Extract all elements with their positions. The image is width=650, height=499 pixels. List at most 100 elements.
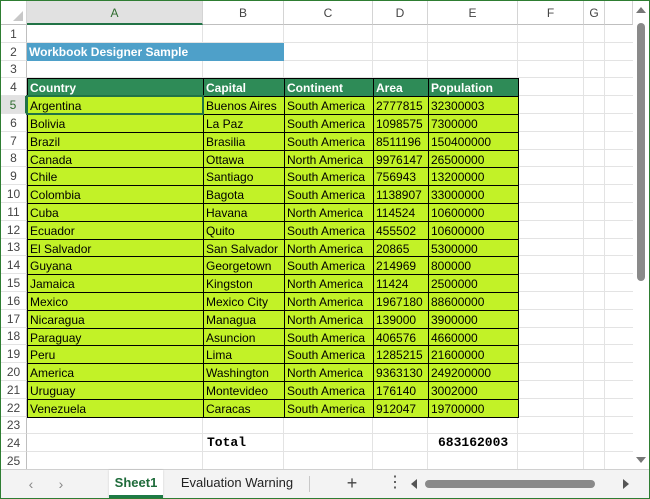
table-cell[interactable]: 10600000 — [428, 221, 519, 240]
table-cell[interactable]: North America — [284, 239, 374, 257]
table-cell[interactable]: 214969 — [373, 256, 429, 275]
table-cell[interactable]: Chile — [27, 167, 204, 186]
table-cell[interactable]: Guyana — [27, 256, 204, 275]
table-cell[interactable]: Mexico City — [203, 292, 285, 311]
table-cell[interactable]: Havana — [203, 203, 285, 222]
table-cell[interactable]: 20865 — [373, 239, 429, 257]
table-cell[interactable]: Managua — [203, 310, 285, 329]
table-cell[interactable]: South America — [284, 132, 374, 151]
table-cell[interactable]: 19700000 — [428, 399, 519, 418]
table-cell[interactable]: Canada — [27, 150, 204, 168]
row-header-17[interactable]: 17 — [1, 310, 27, 328]
table-cell[interactable]: South America — [284, 381, 374, 400]
table-cell[interactable]: North America — [284, 363, 374, 382]
table-cell[interactable]: 1967180 — [373, 292, 429, 311]
table-cell[interactable]: North America — [284, 150, 374, 168]
tab-evaluation-warning[interactable]: Evaluation Warning — [169, 470, 305, 498]
table-cell[interactable]: South America — [284, 185, 374, 204]
row-header-23[interactable]: 23 — [1, 417, 27, 434]
table-cell[interactable]: 800000 — [428, 256, 519, 275]
row-header-19[interactable]: 19 — [1, 345, 27, 363]
table-cell[interactable]: Bagota — [203, 185, 285, 204]
table-header-country[interactable]: Country — [27, 78, 204, 97]
table-cell[interactable]: North America — [284, 274, 374, 293]
table-cell[interactable]: 9363130 — [373, 363, 429, 382]
table-cell[interactable]: Kingston — [203, 274, 285, 293]
table-cell[interactable]: Jamaica — [27, 274, 204, 293]
table-cell[interactable]: 2500000 — [428, 274, 519, 293]
table-cell[interactable]: 33000000 — [428, 185, 519, 204]
horizontal-scrollbar[interactable] — [411, 478, 629, 490]
table-cell[interactable]: North America — [284, 203, 374, 222]
table-cell[interactable]: 139000 — [373, 310, 429, 329]
table-cell[interactable]: Asuncion — [203, 328, 285, 346]
table-cell[interactable]: South America — [284, 167, 374, 186]
select-all-corner[interactable] — [1, 1, 27, 25]
tab-sheet1[interactable]: Sheet1 — [109, 470, 163, 498]
table-cell[interactable]: 4660000 — [428, 328, 519, 346]
scroll-left-icon[interactable] — [411, 479, 417, 489]
table-cell[interactable]: Quito — [203, 221, 285, 240]
table-header-continent[interactable]: Continent — [284, 78, 374, 97]
row-header-16[interactable]: 16 — [1, 292, 27, 310]
table-cell[interactable]: 114524 — [373, 203, 429, 222]
table-cell[interactable]: Ecuador — [27, 221, 204, 240]
column-header-a[interactable]: A — [27, 1, 203, 25]
column-header-e[interactable]: E — [428, 1, 518, 25]
cell-grid[interactable]: Workbook Designer Sample Country Capital Co… — [26, 25, 633, 469]
table-cell[interactable]: 1285215 — [373, 345, 429, 364]
table-cell[interactable]: 249200000 — [428, 363, 519, 382]
table-cell[interactable]: 1098575 — [373, 114, 429, 133]
table-cell[interactable]: Argentina — [27, 96, 204, 115]
vertical-scrollbar[interactable] — [633, 1, 649, 469]
row-header-21[interactable]: 21 — [1, 381, 27, 399]
table-cell[interactable]: Washington — [203, 363, 285, 382]
table-cell[interactable]: South America — [284, 328, 374, 346]
table-cell[interactable]: Colombia — [27, 185, 204, 204]
table-cell[interactable]: Brasilia — [203, 132, 285, 151]
table-cell[interactable]: 3900000 — [428, 310, 519, 329]
table-cell[interactable]: Paraguay — [27, 328, 204, 346]
table-cell[interactable]: Ottawa — [203, 150, 285, 168]
table-cell[interactable]: 912047 — [373, 399, 429, 418]
row-header-20[interactable]: 20 — [1, 363, 27, 381]
row-header-25[interactable]: 25 — [1, 452, 27, 469]
table-cell[interactable]: Georgetown — [203, 256, 285, 275]
prev-sheet-icon[interactable]: ‹ — [23, 476, 39, 492]
table-cell[interactable]: Montevideo — [203, 381, 285, 400]
table-cell[interactable]: 5300000 — [428, 239, 519, 257]
add-sheet-button[interactable]: + — [342, 473, 362, 493]
table-cell[interactable]: Peru — [27, 345, 204, 364]
horizontal-scroll-thumb[interactable] — [425, 480, 595, 488]
table-cell[interactable]: 3002000 — [428, 381, 519, 400]
row-header-4[interactable]: 4 — [1, 78, 27, 96]
row-header-3[interactable]: 3 — [1, 61, 27, 78]
table-cell[interactable]: 88600000 — [428, 292, 519, 311]
row-header-1[interactable]: 1 — [1, 25, 27, 43]
table-cell[interactable]: 756943 — [373, 167, 429, 186]
table-cell[interactable]: El Salvador — [27, 239, 204, 257]
vertical-scroll-thumb[interactable] — [637, 23, 645, 281]
table-cell[interactable]: 455502 — [373, 221, 429, 240]
column-header-d[interactable]: D — [373, 1, 428, 25]
table-cell[interactable]: 10600000 — [428, 203, 519, 222]
table-cell[interactable]: South America — [284, 114, 374, 133]
row-header-14[interactable]: 14 — [1, 256, 27, 274]
table-cell[interactable]: Mexico — [27, 292, 204, 311]
table-header-population[interactable]: Population — [428, 78, 519, 97]
row-header-8[interactable]: 8 — [1, 150, 27, 167]
row-header-9[interactable]: 9 — [1, 167, 27, 185]
scroll-right-icon[interactable] — [623, 479, 629, 489]
table-cell[interactable]: Uruguay — [27, 381, 204, 400]
table-cell[interactable]: 26500000 — [428, 150, 519, 168]
table-cell[interactable]: South America — [284, 221, 374, 240]
column-header-f[interactable]: F — [518, 1, 584, 25]
table-cell[interactable]: 11424 — [373, 274, 429, 293]
row-header-5[interactable]: 5 — [1, 96, 27, 114]
row-header-7[interactable]: 7 — [1, 132, 27, 150]
table-cell[interactable]: 2777815 — [373, 96, 429, 115]
row-header-10[interactable]: 10 — [1, 185, 27, 203]
next-sheet-icon[interactable]: › — [53, 476, 69, 492]
table-cell[interactable]: Lima — [203, 345, 285, 364]
column-header-b[interactable]: B — [203, 1, 284, 25]
